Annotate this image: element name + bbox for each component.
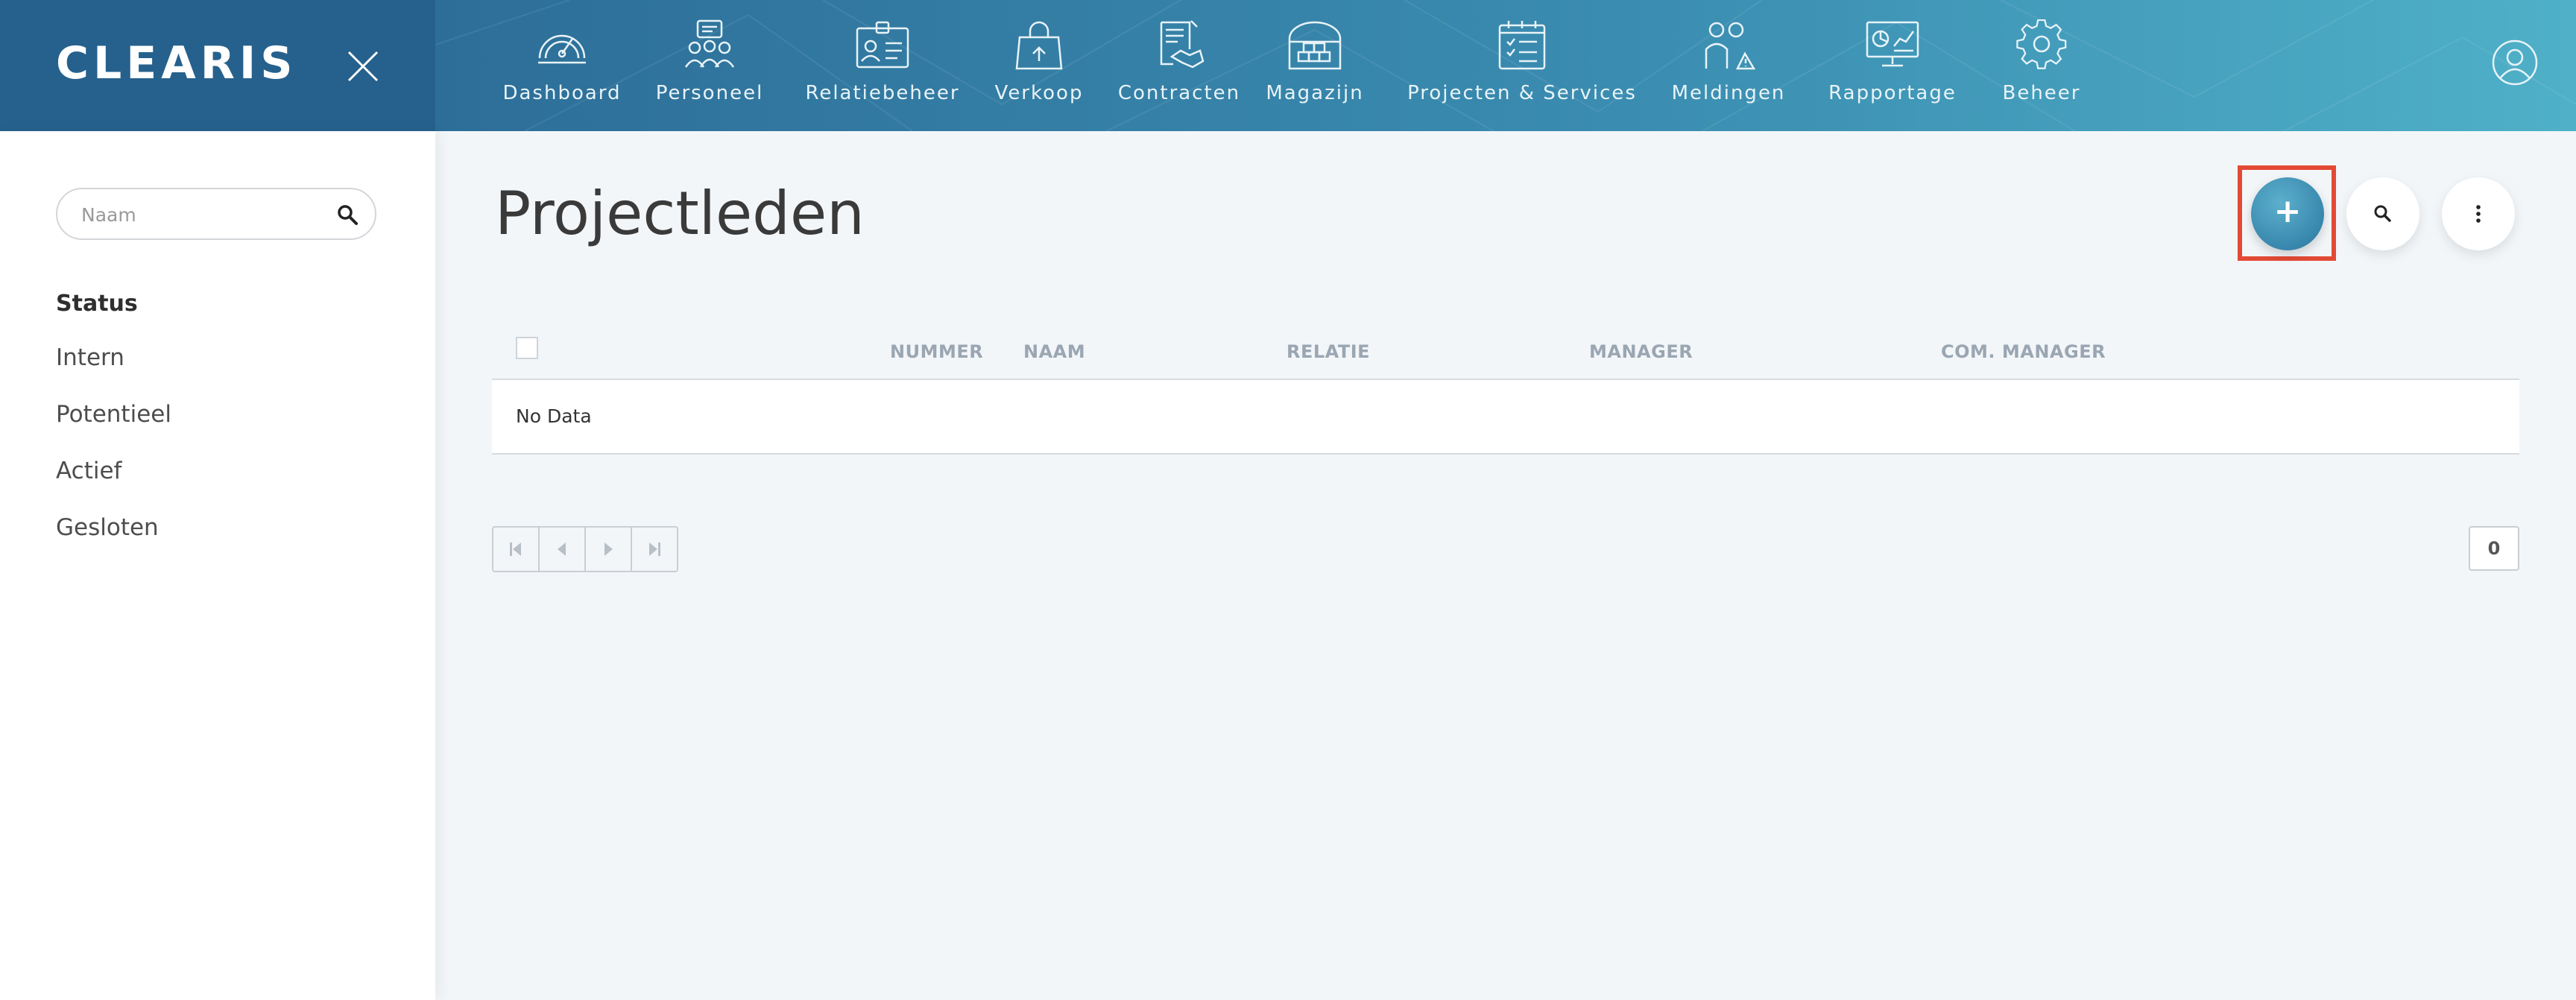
brand-panel: CLEARIS bbox=[0, 0, 435, 131]
last-page-icon bbox=[649, 542, 660, 556]
first-page-icon bbox=[510, 542, 521, 556]
more-vertical-icon bbox=[2476, 205, 2481, 223]
id-card-icon bbox=[856, 21, 909, 69]
page-title: Projectleden bbox=[495, 179, 865, 248]
table-header: NUMMER NAAM RELATIE MANAGER COM. MANAGER bbox=[492, 320, 2519, 380]
column-header-com-manager[interactable]: COM. MANAGER bbox=[1941, 341, 2106, 362]
close-icon[interactable] bbox=[344, 48, 382, 85]
nav-item-magazijn[interactable]: Magazijn bbox=[1248, 0, 1382, 131]
people-icon bbox=[684, 19, 735, 68]
last-page-button[interactable] bbox=[632, 528, 677, 571]
nav-item-verkoop[interactable]: Verkoop bbox=[973, 0, 1105, 131]
next-page-button[interactable] bbox=[586, 528, 632, 571]
search-icon bbox=[2374, 205, 2391, 222]
column-header-nummer[interactable]: NUMMER bbox=[890, 341, 983, 362]
nav-label: Dashboard bbox=[502, 82, 622, 104]
previous-page-button[interactable] bbox=[540, 528, 586, 571]
status-filter-intern[interactable]: Intern bbox=[56, 344, 124, 371]
nav-label: Relatiebeheer bbox=[805, 82, 960, 104]
data-table: NUMMER NAAM RELATIE MANAGER COM. MANAGER… bbox=[492, 320, 2519, 455]
empty-state-text: No Data bbox=[516, 405, 592, 427]
nav-item-beheer[interactable]: Beheer bbox=[1978, 0, 2105, 131]
search-button[interactable] bbox=[2346, 177, 2419, 250]
nav-label: Personeel bbox=[655, 82, 764, 104]
gear-icon bbox=[2016, 19, 2067, 69]
next-page-icon bbox=[604, 542, 613, 556]
nav-label: Meldingen bbox=[1671, 82, 1786, 104]
sidebar-search bbox=[56, 188, 376, 240]
column-header-relatie[interactable]: RELATIE bbox=[1287, 341, 1370, 362]
nav-label: Contracten bbox=[1117, 82, 1241, 104]
column-header-manager[interactable]: MANAGER bbox=[1589, 341, 1693, 362]
page-count-badge: 0 bbox=[2469, 526, 2519, 571]
sidebar: Status Intern Potentieel Actief Gesloten bbox=[0, 131, 435, 1000]
warehouse-icon bbox=[1288, 21, 1342, 70]
status-heading: Status bbox=[56, 291, 138, 317]
person-warning-icon bbox=[1705, 22, 1756, 70]
search-input[interactable] bbox=[80, 200, 321, 230]
handshake-contract-icon bbox=[1160, 20, 1205, 69]
nav-item-relatiebeheer[interactable]: Relatiebeheer bbox=[786, 0, 979, 131]
first-page-button[interactable] bbox=[493, 528, 540, 571]
status-filter-actief[interactable]: Actief bbox=[56, 458, 121, 484]
speedometer-icon bbox=[538, 34, 586, 64]
app-logo: CLEARIS bbox=[56, 37, 297, 89]
nav-label: Rapportage bbox=[1828, 82, 1957, 104]
table-empty-row: No Data bbox=[492, 380, 2519, 455]
add-button[interactable]: + bbox=[2251, 177, 2324, 250]
status-filter-gesloten[interactable]: Gesloten bbox=[56, 514, 159, 541]
user-account-icon[interactable] bbox=[2491, 39, 2539, 86]
search-icon[interactable] bbox=[336, 203, 359, 226]
nav-label: Magazijn bbox=[1266, 82, 1364, 104]
status-filter-potentieel[interactable]: Potentieel bbox=[56, 401, 171, 428]
nav-item-personeel[interactable]: Personeel bbox=[635, 0, 784, 131]
nav-label: Projecten & Services bbox=[1407, 82, 1637, 104]
more-options-button[interactable] bbox=[2442, 177, 2515, 250]
previous-page-icon bbox=[558, 542, 566, 556]
select-all-checkbox[interactable] bbox=[516, 337, 538, 359]
nav-item-contracten[interactable]: Contracten bbox=[1105, 0, 1254, 131]
plus-icon: + bbox=[2273, 192, 2302, 230]
nav-item-dashboard[interactable]: Dashboard bbox=[473, 0, 651, 131]
nav-label: Beheer bbox=[2002, 82, 2081, 104]
top-bar: CLEARIS Dashboard Personeel Relatiebehee… bbox=[0, 0, 2576, 131]
shopping-bag-icon bbox=[1015, 21, 1063, 70]
column-header-naam[interactable]: NAAM bbox=[1023, 341, 1085, 362]
nav-label: Verkoop bbox=[994, 82, 1084, 104]
calendar-checklist-icon bbox=[1498, 21, 1546, 70]
monitor-chart-icon bbox=[1866, 21, 1919, 67]
nav-item-meldingen[interactable]: Meldingen bbox=[1650, 0, 1807, 131]
main-navigation: Dashboard Personeel Relatiebeheer Verkoo… bbox=[435, 0, 2576, 131]
nav-item-projecten-services[interactable]: Projecten & Services bbox=[1404, 0, 1640, 131]
nav-item-rapportage[interactable]: Rapportage bbox=[1807, 0, 1978, 131]
pagination bbox=[492, 526, 678, 572]
